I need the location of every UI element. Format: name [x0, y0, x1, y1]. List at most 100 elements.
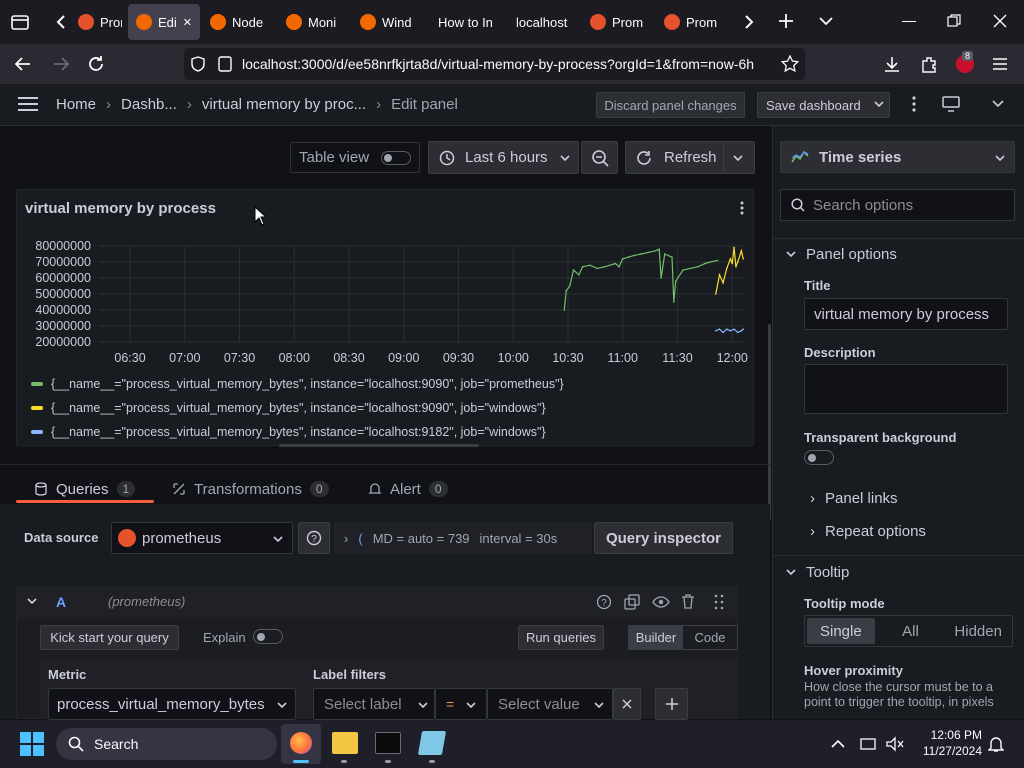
run-queries-button[interactable]: Run queries: [518, 625, 604, 650]
notepad-icon[interactable]: [417, 731, 447, 755]
discard-changes-button[interactable]: Discard panel changes: [596, 92, 745, 118]
tab-list-icon[interactable]: [818, 15, 834, 27]
url-text[interactable]: localhost:3000/d/ee58nrfkjrta8d/virtual-…: [242, 56, 754, 72]
downloads-icon[interactable]: [883, 55, 901, 73]
operator-select[interactable]: =: [435, 688, 487, 720]
new-tab-icon[interactable]: [778, 13, 794, 29]
table-view-switch[interactable]: [381, 150, 412, 165]
extensions-icon[interactable]: [920, 55, 938, 73]
panel-options-section[interactable]: Panel options: [786, 246, 897, 263]
volume-muted-icon[interactable]: [886, 736, 904, 752]
query-inspector-button[interactable]: Query inspector: [594, 522, 733, 554]
explain-switch[interactable]: [253, 629, 283, 644]
terminal-icon[interactable]: [375, 732, 401, 754]
tooltip-mode-single[interactable]: Single: [807, 618, 875, 644]
app-menu-icon[interactable]: [992, 57, 1008, 71]
data-source-picker[interactable]: prometheus: [111, 522, 293, 554]
query-editor-tab[interactable]: Queries 1: [34, 476, 136, 502]
reload-icon[interactable]: [87, 55, 105, 73]
firefox-taskbar-button[interactable]: [281, 724, 321, 764]
query-letter[interactable]: A: [56, 594, 66, 610]
visualization-picker[interactable]: Time series: [780, 141, 1015, 173]
notifications-bell-icon[interactable]: [988, 735, 1004, 753]
bookmark-star-icon[interactable]: [781, 55, 799, 73]
legend-item[interactable]: {__name__="process_virtual_memory_bytes"…: [31, 425, 546, 439]
windows-start-icon[interactable]: [20, 732, 44, 756]
legend-item[interactable]: {__name__="process_virtual_memory_bytes"…: [31, 377, 564, 391]
menu-icon[interactable]: [18, 97, 38, 111]
browser-tab[interactable]: Edi ✕: [128, 4, 200, 40]
kick-start-button[interactable]: Kick start your query: [40, 625, 179, 650]
browser-tab[interactable]: Node: [202, 4, 272, 40]
code-mode-button[interactable]: Code: [683, 626, 737, 649]
collapse-query-icon[interactable]: [27, 598, 37, 606]
network-icon[interactable]: [860, 736, 878, 752]
browser-tab[interactable]: Prom: [70, 4, 122, 40]
browser-tab[interactable]: localhost: [508, 4, 576, 40]
tooltip-mode-all[interactable]: All: [877, 616, 945, 646]
page-info-icon[interactable]: [218, 56, 232, 72]
table-view-toggle[interactable]: Table view: [290, 142, 420, 173]
browser-tab[interactable]: Prom: [582, 4, 650, 40]
metric-select[interactable]: process_virtual_memory_bytes: [48, 688, 296, 720]
trash-icon[interactable]: [681, 593, 695, 609]
vertical-scrollbar[interactable]: [768, 324, 771, 520]
tooltip-section[interactable]: Tooltip: [786, 564, 849, 581]
remove-filter-button[interactable]: [613, 688, 641, 720]
builder-mode-button[interactable]: Builder: [629, 626, 683, 649]
legend-item[interactable]: {__name__="process_virtual_memory_bytes"…: [31, 401, 546, 415]
add-filter-button[interactable]: [655, 688, 688, 720]
repeat-options-section[interactable]: › Repeat options: [810, 523, 926, 540]
tab-overview-icon[interactable]: [10, 12, 30, 32]
url-bar[interactable]: localhost:3000/d/ee58nrfkjrta8d/virtual-…: [184, 48, 805, 80]
viz-type-label: Time series: [819, 148, 902, 166]
query-editor-tab[interactable]: Alert 0: [368, 476, 448, 502]
chevron-down-icon[interactable]: [733, 155, 743, 163]
restore-icon[interactable]: [947, 14, 961, 28]
browser-tab[interactable]: How to In: [430, 4, 502, 40]
tooltip-mode-hidden[interactable]: Hidden: [944, 616, 1012, 646]
title-input[interactable]: virtual memory by process: [804, 298, 1008, 330]
show-hidden-icons-icon[interactable]: [831, 739, 845, 749]
taskbar-search[interactable]: Search: [56, 728, 277, 760]
data-source-help-button[interactable]: ?: [298, 522, 330, 554]
panel-menu-icon[interactable]: [740, 201, 744, 215]
more-options-icon[interactable]: [912, 96, 916, 112]
time-series-chart[interactable]: 80000000 70000000 60000000 50000000 40000000…: [17, 230, 753, 370]
breadcrumb-dashboards[interactable]: Dashb...: [121, 96, 177, 113]
close-window-icon[interactable]: [993, 14, 1007, 28]
save-dashboard-button[interactable]: Save dashboard: [757, 92, 890, 118]
select-value-dropdown[interactable]: Select value: [487, 688, 613, 720]
browser-tab[interactable]: Wind: [352, 4, 424, 40]
help-icon[interactable]: ?: [596, 594, 612, 610]
duplicate-icon[interactable]: [624, 594, 640, 610]
refresh-button[interactable]: Refresh: [625, 141, 755, 174]
tabs-scroll-left-icon[interactable]: [54, 14, 68, 30]
query-editor-tab[interactable]: Transformations 0: [172, 476, 329, 502]
description-textarea[interactable]: [804, 364, 1008, 414]
breadcrumb-home[interactable]: Home: [56, 96, 96, 113]
breadcrumb-dashboard[interactable]: virtual memory by proc...: [202, 96, 366, 113]
clock[interactable]: 12:06 PM 11/27/2024: [916, 727, 982, 759]
browser-tab[interactable]: Moni: [278, 4, 348, 40]
time-range-picker[interactable]: Last 6 hours: [428, 141, 579, 174]
forward-icon[interactable]: [52, 55, 70, 73]
eye-icon[interactable]: [652, 594, 670, 610]
file-explorer-icon[interactable]: [332, 732, 358, 754]
zoom-out-button[interactable]: [581, 141, 618, 174]
shield-icon[interactable]: [190, 56, 206, 72]
collapse-icon[interactable]: [992, 100, 1004, 108]
panel-links-section[interactable]: › Panel links: [810, 490, 898, 507]
drag-handle-icon[interactable]: [714, 594, 724, 610]
transparent-switch[interactable]: [804, 450, 834, 465]
close-tab-icon[interactable]: ✕: [183, 16, 192, 29]
tabs-scroll-right-icon[interactable]: [742, 14, 756, 30]
select-label-dropdown[interactable]: Select label: [313, 688, 435, 720]
minimize-icon[interactable]: [902, 21, 916, 22]
back-icon[interactable]: [14, 55, 32, 73]
horizontal-scrollbar[interactable]: [279, 444, 479, 447]
query-options-bar[interactable]: › ( MD = auto = 739 interval = 30s: [334, 522, 592, 554]
browser-tab[interactable]: Prom: [656, 4, 722, 40]
search-options-input[interactable]: Search options: [780, 189, 1015, 221]
tv-mode-icon[interactable]: [942, 96, 960, 112]
